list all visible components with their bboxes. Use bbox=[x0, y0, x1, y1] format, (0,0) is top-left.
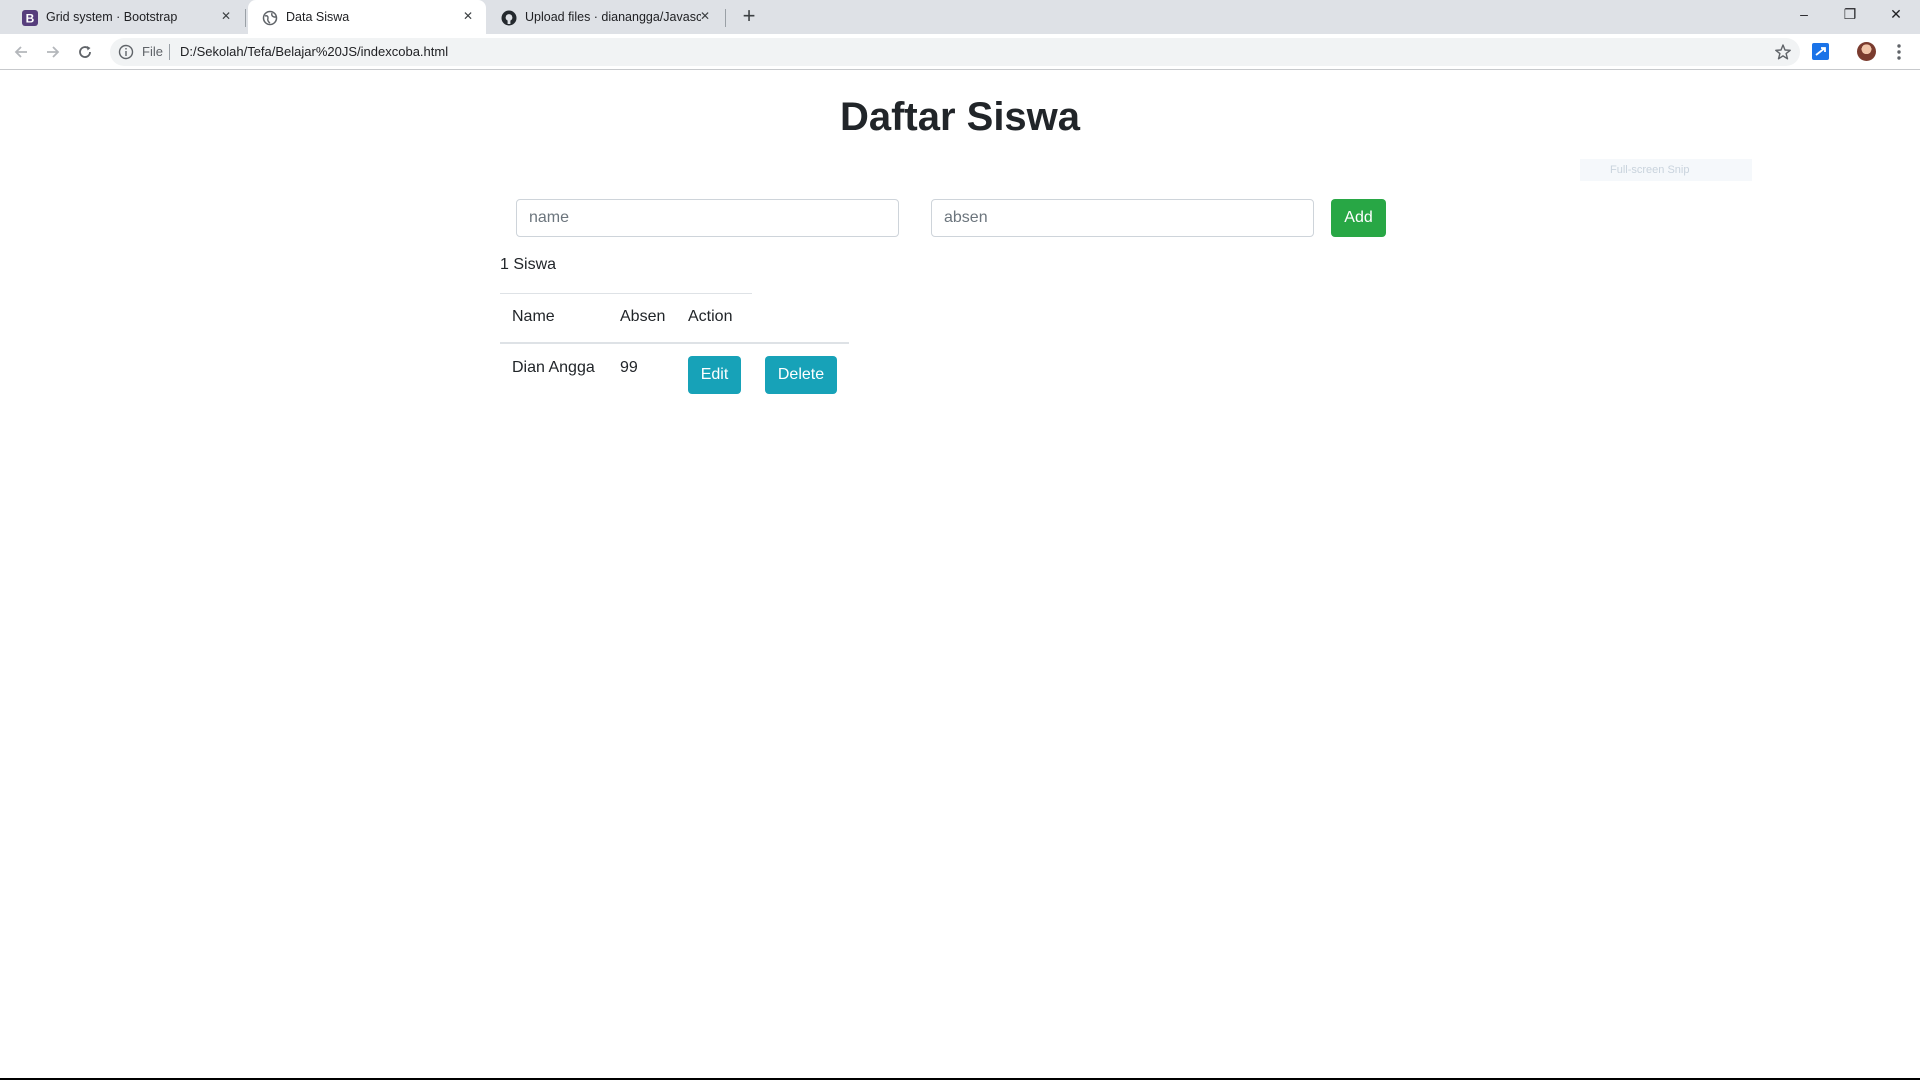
reload-icon bbox=[79, 46, 91, 58]
edit-button[interactable]: Edit bbox=[688, 356, 741, 394]
column-header-absen: Absen bbox=[620, 308, 666, 325]
scheme-label: File bbox=[142, 44, 163, 59]
tab-separator bbox=[725, 9, 726, 27]
address-separator bbox=[169, 44, 170, 60]
restore-button[interactable]: ❐ bbox=[1827, 0, 1873, 30]
minimize-button[interactable]: – bbox=[1781, 0, 1827, 30]
globe-icon bbox=[262, 10, 278, 26]
reload-button[interactable] bbox=[74, 41, 96, 63]
tab-title: Data Siswa bbox=[286, 10, 350, 24]
page-content: Daftar Siswa Full-screen Snip Add 1 Sisw… bbox=[0, 71, 1920, 1078]
new-tab-button[interactable]: + bbox=[737, 5, 761, 29]
browser-toolbar: File D:/Sekolah/Tefa/Belajar%20JS/indexc… bbox=[0, 34, 1920, 70]
snip-overlay: Full-screen Snip bbox=[1580, 159, 1752, 181]
forward-button[interactable] bbox=[42, 41, 64, 63]
tab-separator bbox=[245, 9, 246, 27]
student-absen: 99 bbox=[620, 359, 638, 376]
address-bar[interactable]: File D:/Sekolah/Tefa/Belajar%20JS/indexc… bbox=[110, 38, 1800, 66]
forward-arrow-icon bbox=[47, 46, 60, 58]
column-header-name: Name bbox=[512, 308, 555, 325]
column-header-action: Action bbox=[688, 308, 733, 325]
avatar[interactable] bbox=[1857, 42, 1876, 61]
student-name: Dian Angga bbox=[512, 359, 595, 376]
svg-text:B: B bbox=[26, 12, 35, 26]
close-icon[interactable]: ✕ bbox=[460, 8, 476, 24]
url-text[interactable]: D:/Sekolah/Tefa/Belajar%20JS/indexcoba.h… bbox=[180, 44, 448, 59]
more-menu-icon[interactable] bbox=[1892, 42, 1906, 62]
info-icon[interactable] bbox=[118, 44, 134, 60]
delete-button[interactable]: Delete bbox=[765, 356, 837, 394]
back-arrow-icon bbox=[14, 46, 27, 58]
divider bbox=[500, 293, 752, 294]
back-button[interactable] bbox=[10, 41, 32, 63]
page-title: Daftar Siswa bbox=[839, 95, 1081, 139]
tab-title: Grid system · Bootstrap bbox=[46, 10, 178, 24]
name-input[interactable] bbox=[516, 199, 899, 237]
github-icon bbox=[501, 10, 517, 26]
snip-extension-icon bbox=[1815, 47, 1826, 56]
bootstrap-icon: B bbox=[22, 10, 38, 26]
bookmark-star-icon[interactable] bbox=[1774, 43, 1792, 61]
window-close-button[interactable]: ✕ bbox=[1873, 0, 1919, 30]
close-icon[interactable]: ✕ bbox=[697, 8, 713, 24]
tab-upload-files[interactable]: Upload files · dianangga/Javascri ✕ bbox=[487, 0, 723, 34]
extension-icon[interactable] bbox=[1812, 43, 1829, 60]
table-header-divider bbox=[500, 342, 849, 344]
tab-strip: B Grid system · Bootstrap ✕ Data Siswa ✕… bbox=[0, 0, 1920, 34]
close-icon[interactable]: ✕ bbox=[218, 8, 234, 24]
tab-data-siswa[interactable]: Data Siswa ✕ bbox=[248, 0, 486, 34]
absen-input[interactable] bbox=[931, 199, 1314, 237]
add-button[interactable]: Add bbox=[1331, 199, 1386, 237]
tab-title: Upload files · dianangga/Javascri bbox=[525, 10, 701, 24]
tab-grid-system[interactable]: B Grid system · Bootstrap ✕ bbox=[8, 0, 244, 34]
student-count: 1 Siswa bbox=[500, 256, 557, 273]
